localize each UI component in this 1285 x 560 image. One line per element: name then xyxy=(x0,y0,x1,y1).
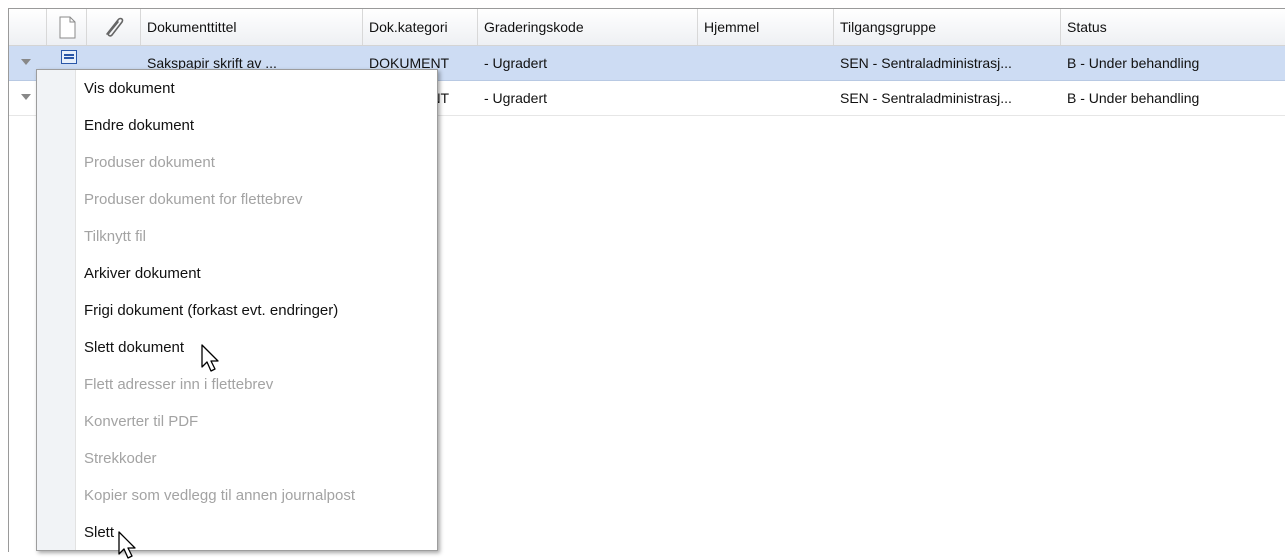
menu-item-produser-dokument-flettebrev[interactable]: Produser dokument for flettebrev xyxy=(75,181,431,218)
menu-item-tilknytt-fil[interactable]: Tilknytt fil xyxy=(75,218,431,255)
header-expander-cell xyxy=(9,9,47,45)
context-menu: Vis dokument Endre dokument Produser dok… xyxy=(36,69,438,551)
mouse-pointer-icon xyxy=(201,344,219,372)
menu-item-produser-dokument[interactable]: Produser dokument xyxy=(75,144,431,181)
menu-item-slett-dokument[interactable]: Slett dokument xyxy=(75,329,431,366)
header-attachment-column[interactable] xyxy=(87,9,141,45)
header-document-column[interactable] xyxy=(47,9,87,45)
header-grading-code[interactable]: Graderingskode xyxy=(478,9,698,45)
header-doc-category[interactable]: Dok.kategori xyxy=(363,9,478,45)
header-status[interactable]: Status xyxy=(1061,9,1285,45)
header-authority[interactable]: Hjemmel xyxy=(698,9,834,45)
menu-item-flett-adresser[interactable]: Flett adresser inn i flettebrev xyxy=(75,366,431,403)
menu-item-vis-dokument[interactable]: Vis dokument xyxy=(75,70,431,107)
menu-item-kopier-vedlegg[interactable]: Kopier som vedlegg til annen journalpost xyxy=(75,477,431,514)
grid-header: Dokumenttittel Dok.kategori Graderingsko… xyxy=(9,9,1285,46)
row-access-group: SEN - Sentraladministrasj... xyxy=(840,55,1012,71)
header-doc-title[interactable]: Dokumenttittel xyxy=(141,9,363,45)
paperclip-icon xyxy=(106,17,124,37)
header-access-group[interactable]: Tilgangsgruppe xyxy=(834,9,1061,45)
menu-item-strekkoder[interactable]: Strekkoder xyxy=(75,440,431,477)
mouse-pointer-icon xyxy=(118,531,136,559)
menu-item-frigi-dokument[interactable]: Frigi dokument (forkast evt. endringer) xyxy=(75,292,431,329)
document-type-icon xyxy=(61,50,77,64)
row-access-group: SEN - Sentraladministrasj... xyxy=(840,90,1012,106)
row-authority xyxy=(698,46,834,80)
row-authority xyxy=(698,81,834,115)
triangle-down-icon[interactable] xyxy=(21,59,31,65)
triangle-down-icon[interactable] xyxy=(21,94,31,100)
menu-item-konverter-pdf[interactable]: Konverter til PDF xyxy=(75,403,431,440)
row-status: B - Under behandling xyxy=(1067,90,1200,106)
menu-item-endre-dokument[interactable]: Endre dokument xyxy=(75,107,431,144)
row-grading: - Ugradert xyxy=(484,90,548,106)
document-icon xyxy=(59,16,76,39)
row-status: B - Under behandling xyxy=(1067,55,1200,71)
row-grading: - Ugradert xyxy=(484,55,548,71)
menu-item-arkiver-dokument[interactable]: Arkiver dokument xyxy=(75,255,431,292)
